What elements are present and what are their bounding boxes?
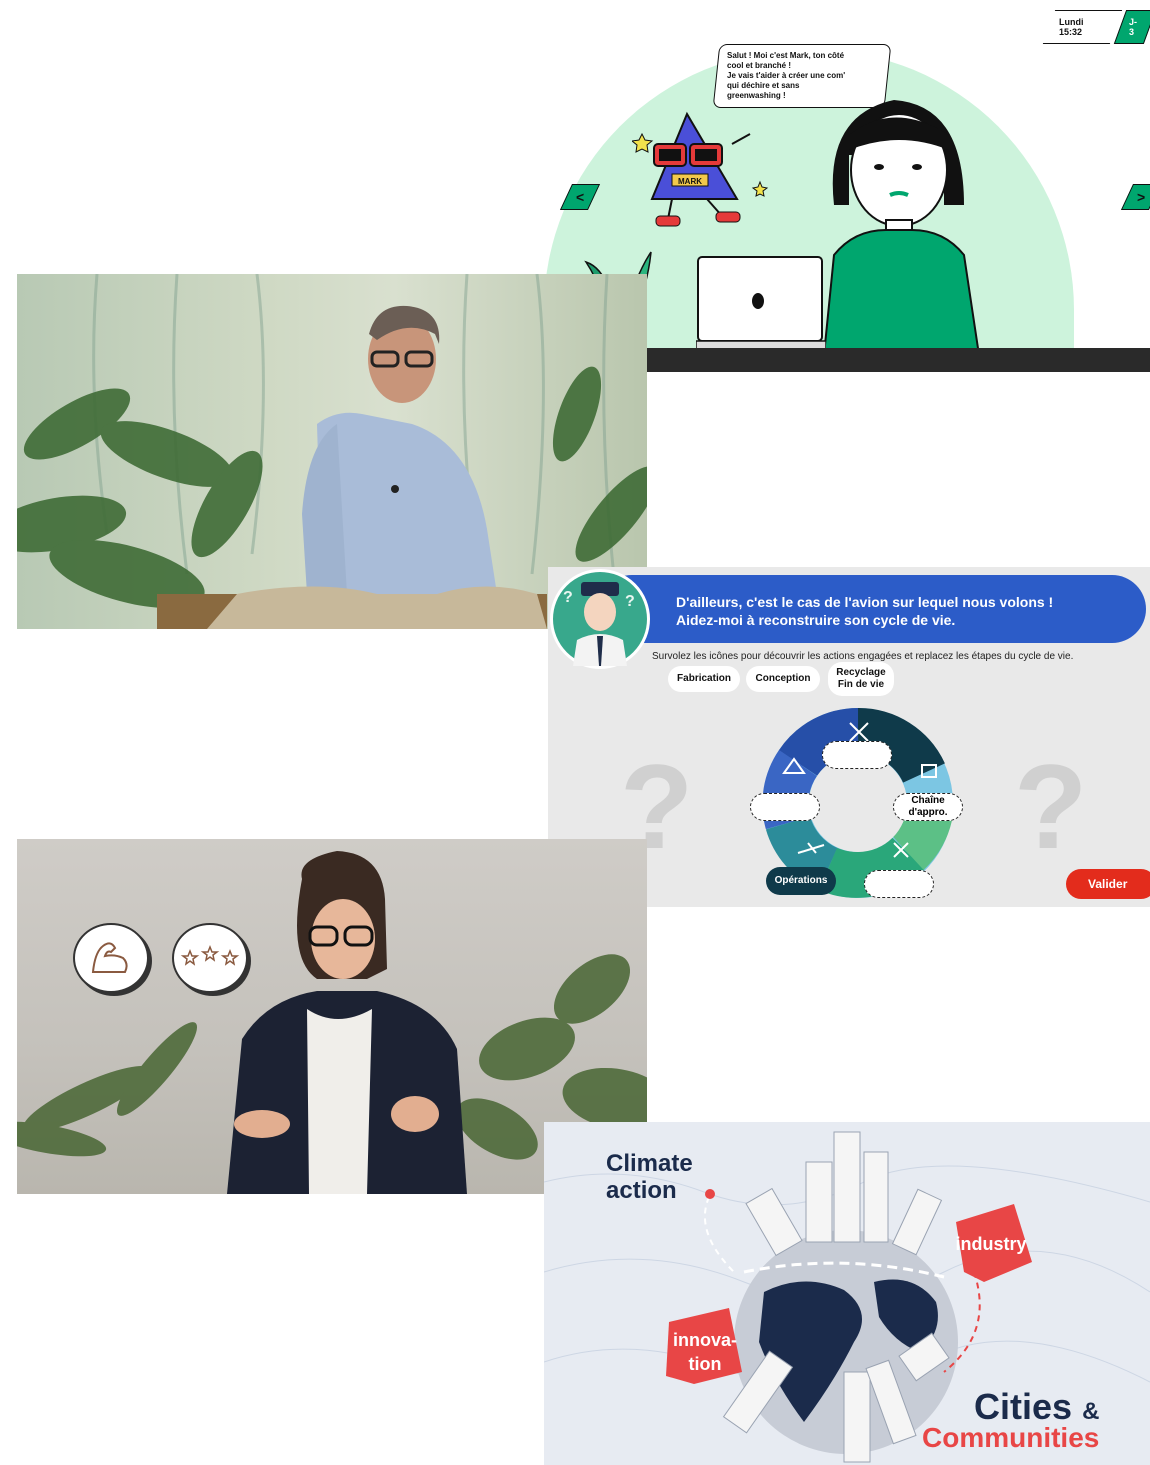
chip-recyclage-fin-de-vie[interactable]: Recyclage Fin de vie — [828, 662, 894, 696]
speech-text: Salut ! Moi c'est Mark, ton côté cool et… — [727, 51, 846, 100]
communities-title: Communities — [922, 1422, 1100, 1453]
banner-line-2: Aidez-moi à reconstruire son cycle de vi… — [676, 612, 956, 628]
mark-character-illustration: MARK — [632, 111, 769, 227]
validate-button[interactable]: Valider — [1066, 869, 1150, 899]
three-stars-icon — [180, 944, 240, 966]
laptop-illustration — [696, 256, 826, 350]
climate-action-title: Climate action — [606, 1150, 693, 1204]
banner-line-1: D'ailleurs, c'est le cas de l'avion sur … — [676, 594, 1054, 610]
next-slide-button[interactable]: > — [1120, 184, 1150, 210]
cities-communities-slide: Climate action industry innova- tion Cit… — [544, 1122, 1150, 1465]
strength-badge — [73, 923, 149, 993]
drop-slot-operations[interactable]: Opérations — [766, 867, 836, 895]
drop-slot-supply-chain[interactable]: Chaîne d'appro. — [893, 793, 963, 821]
svg-text:?: ? — [625, 593, 635, 610]
flexed-bicep-icon — [91, 942, 128, 973]
drop-slot-top[interactable] — [822, 741, 892, 769]
pilot-icon: ? ? — [563, 582, 635, 666]
countdown-badge: J-3 — [1128, 17, 1137, 37]
desk-surface — [634, 348, 1150, 372]
chip-conception[interactable]: Conception — [746, 666, 820, 692]
rating-badge — [172, 923, 248, 993]
chip-fabrication[interactable]: Fabrication — [668, 666, 740, 692]
woman-illustration — [822, 100, 981, 355]
svg-text:?: ? — [563, 589, 573, 606]
apple-logo-icon — [752, 293, 764, 309]
innovation-tag: innova- tion — [672, 1330, 737, 1374]
drop-slot-left[interactable] — [750, 793, 820, 821]
clock-widget: Lundi 15:32 J-3 — [1042, 10, 1150, 44]
drop-slot-bottom-right[interactable] — [864, 870, 934, 898]
instruction-banner: D'ailleurs, c'est le cas de l'avion sur … — [598, 575, 1146, 643]
question-mark-decoration-right: ? — [1014, 740, 1088, 874]
clock-time: Lundi 15:32 — [1059, 17, 1084, 37]
mark-shirt-label: MARK — [678, 177, 702, 186]
industry-tag: industry — [955, 1234, 1027, 1254]
pilot-avatar: ? ? — [550, 569, 650, 669]
instruction-text: Survolez les icônes pour découvrir les a… — [652, 651, 1074, 662]
